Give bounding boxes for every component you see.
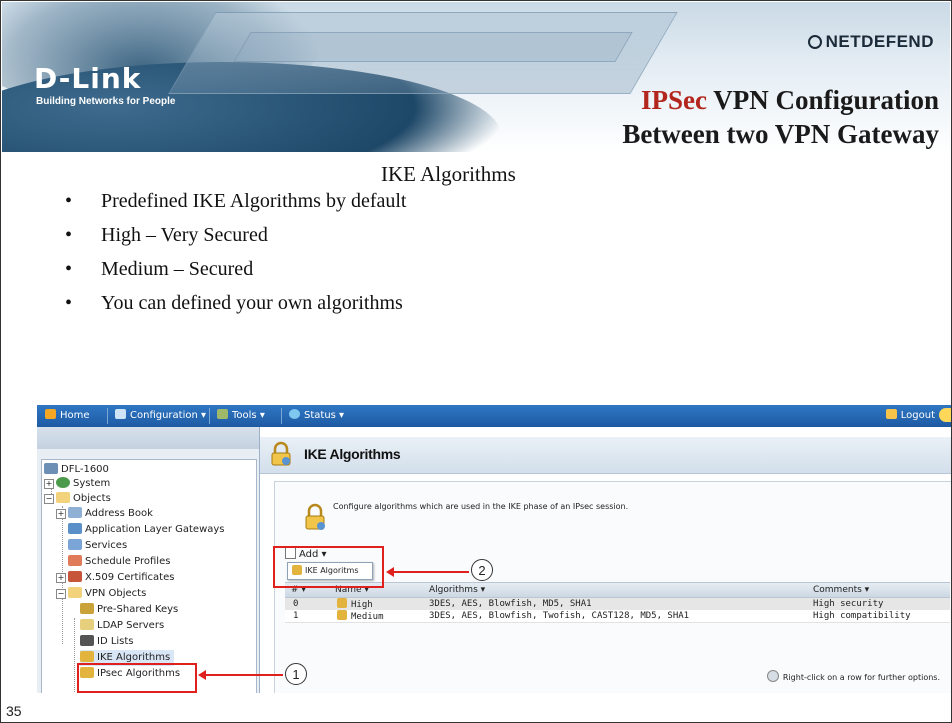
callout-1: 1 bbox=[285, 663, 307, 685]
tree-node-system[interactable]: + System bbox=[44, 476, 110, 492]
cell-algorithms: 3DES, AES, Blowfish, MD5, SHA1 bbox=[429, 599, 592, 609]
tree-node-objects[interactable]: − Objects bbox=[44, 491, 111, 507]
ldap-icon bbox=[80, 619, 94, 630]
key-icon bbox=[80, 603, 94, 614]
tree-node-alg[interactable]: Application Layer Gateways bbox=[68, 522, 225, 538]
menu-home[interactable]: Home bbox=[45, 409, 90, 421]
expand-icon[interactable]: + bbox=[44, 479, 54, 489]
tree-node-schedule-profiles[interactable]: Schedule Profiles bbox=[68, 554, 170, 570]
help-icon[interactable] bbox=[939, 408, 951, 422]
folder-icon bbox=[68, 587, 82, 598]
menu-configuration[interactable]: Configuration ▾ bbox=[115, 409, 206, 421]
page-number: 35 bbox=[6, 703, 22, 719]
schedule-icon bbox=[68, 555, 82, 566]
cell-comments: High security bbox=[813, 599, 884, 609]
bullet-item: High – Very Secured bbox=[61, 223, 407, 257]
logout-link[interactable]: Logout bbox=[885, 409, 935, 421]
description-lock-icon bbox=[305, 503, 325, 530]
web-ui-screenshot: Home Configuration ▾ Tools ▾ Status ▾ Lo… bbox=[37, 405, 951, 693]
menu-tools[interactable]: Tools ▾ bbox=[217, 409, 265, 421]
home-icon bbox=[45, 409, 56, 419]
main-menu-bar: Home Configuration ▾ Tools ▾ Status ▾ Lo… bbox=[37, 405, 951, 427]
column-header-comments[interactable]: Comments ▾ bbox=[813, 583, 869, 597]
navigation-tree: DFL-1600 + System − Objects + Address Book … bbox=[41, 459, 257, 693]
menu-status[interactable]: Status ▾ bbox=[289, 409, 344, 421]
cell-num: 0 bbox=[293, 599, 299, 609]
netdefend-logo: NETDEFEND bbox=[807, 32, 934, 52]
bullet-item: You can defined your own algorithms bbox=[61, 291, 407, 325]
ike-lock-icon bbox=[80, 651, 94, 662]
table-row[interactable]: 0 High 3DES, AES, Blowfish, MD5, SHA1 Hi… bbox=[285, 598, 950, 610]
page-description: Configure algorithms which are used in t… bbox=[333, 502, 629, 511]
expand-icon[interactable]: + bbox=[56, 509, 66, 519]
slide: D-Link Building Networks for People NETD… bbox=[0, 0, 952, 723]
bullet-item: Predefined IKE Algorithms by default bbox=[61, 189, 407, 223]
info-icon bbox=[766, 670, 779, 682]
callout-arrow-2 bbox=[386, 567, 469, 577]
system-icon bbox=[56, 477, 70, 488]
cell-num: 1 bbox=[293, 611, 299, 621]
callout-arrow-1 bbox=[198, 670, 283, 680]
address-book-icon bbox=[68, 507, 82, 518]
right-click-hint: Right-click on a row for further options… bbox=[766, 670, 940, 682]
highlight-box-tree-ike bbox=[77, 663, 197, 693]
page-title: IKE Algorithms bbox=[304, 446, 401, 462]
collapse-icon[interactable]: − bbox=[44, 494, 54, 504]
cell-name: Medium bbox=[337, 610, 384, 623]
alg-icon bbox=[68, 523, 82, 534]
expand-icon[interactable]: + bbox=[56, 573, 66, 583]
tools-icon bbox=[217, 409, 228, 419]
tree-node-address-book[interactable]: + Address Book bbox=[56, 506, 153, 522]
ike-algorithms-icon bbox=[271, 441, 291, 466]
column-header-algorithms[interactable]: Algorithms ▾ bbox=[429, 583, 485, 597]
folder-icon bbox=[56, 492, 70, 503]
tree-node-psk[interactable]: Pre-Shared Keys bbox=[80, 602, 178, 618]
table-row[interactable]: 1 Medium 3DES, AES, Blowfish, Twofish, C… bbox=[285, 610, 950, 623]
dlink-tagline: Building Networks for People bbox=[36, 96, 176, 107]
page-header: IKE Algorithms bbox=[260, 437, 951, 474]
configuration-icon bbox=[115, 409, 126, 419]
tree-node-ldap[interactable]: LDAP Servers bbox=[80, 618, 164, 634]
dlink-logo: D-Link bbox=[34, 62, 142, 95]
netdefend-ring-icon bbox=[807, 35, 822, 49]
cell-algorithms: 3DES, AES, Blowfish, Twofish, CAST128, M… bbox=[429, 611, 690, 621]
bullet-list: Predefined IKE Algorithms by default Hig… bbox=[61, 189, 407, 325]
highlight-box-add bbox=[273, 546, 384, 588]
status-icon bbox=[289, 409, 300, 419]
tree-node-vpn-objects[interactable]: − VPN Objects bbox=[56, 586, 146, 602]
slide-title: IPSec VPN Configuration bbox=[640, 85, 939, 115]
slide-subtitle: IKE Algorithms bbox=[381, 162, 516, 186]
bullet-item: Medium – Secured bbox=[61, 257, 407, 291]
tree-node-certificates[interactable]: + X.509 Certificates bbox=[56, 570, 174, 586]
cell-comments: High compatibility bbox=[813, 611, 911, 621]
navigation-pane: DFL-1600 + System − Objects + Address Book … bbox=[37, 427, 260, 693]
collapse-icon[interactable]: − bbox=[56, 589, 66, 599]
table-header: # ▾ Name ▾ Algorithms ▾ Comments ▾ bbox=[285, 582, 950, 598]
certificate-icon bbox=[68, 571, 82, 582]
tree-node-id-lists[interactable]: ID Lists bbox=[80, 634, 134, 650]
title-accent: IPSec bbox=[640, 85, 707, 115]
slide-title-line2: Between two VPN Gateway bbox=[622, 119, 939, 149]
lock-icon bbox=[337, 610, 347, 620]
tree-node-services[interactable]: Services bbox=[68, 538, 127, 554]
callout-2: 2 bbox=[471, 559, 493, 581]
logout-icon bbox=[885, 409, 897, 419]
device-icon bbox=[44, 463, 58, 474]
ike-algorithms-table: # ▾ Name ▾ Algorithms ▾ Comments ▾ 0 Hig… bbox=[285, 582, 950, 623]
lock-icon bbox=[337, 598, 347, 608]
id-list-icon bbox=[80, 635, 94, 646]
services-icon bbox=[68, 539, 82, 550]
